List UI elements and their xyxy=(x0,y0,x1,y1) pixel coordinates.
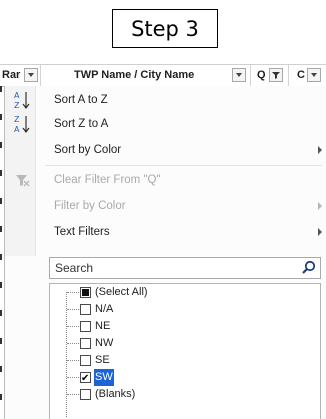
sort-descending-icon: Z A xyxy=(14,115,30,134)
select-all-checkbox[interactable] xyxy=(80,287,91,298)
filter-values-list: (Select All) N/A NE NW SE SW xyxy=(49,283,321,419)
column-divider xyxy=(288,65,289,86)
list-item-sw[interactable]: SW xyxy=(50,369,320,387)
sort-z-to-a-item[interactable]: Z A Sort Z to A xyxy=(5,112,326,136)
step-label: Step 3 xyxy=(112,9,218,48)
column-header-rank: Rar xyxy=(2,69,21,81)
sort-ascending-icon: A Z xyxy=(14,91,30,110)
list-item-na[interactable]: N/A xyxy=(50,301,320,318)
list-item-blanks[interactable]: (Blanks) xyxy=(50,386,320,403)
column-header-twp-name: TWP Name / City Name xyxy=(74,69,195,81)
search-icon xyxy=(302,260,316,274)
list-item-select-all[interactable]: (Select All) xyxy=(50,284,320,301)
sort-a-to-z-item[interactable]: A Z Sort A to Z xyxy=(5,88,326,112)
list-item-label: SW xyxy=(94,369,114,386)
svg-text:Z: Z xyxy=(14,115,20,124)
sort-a-to-z-label: Sort A to Z xyxy=(54,94,108,106)
column-divider xyxy=(250,65,251,86)
list-item-label: SE xyxy=(95,354,110,366)
filter-funnel-icon xyxy=(272,72,280,79)
submenu-arrow-icon xyxy=(318,228,322,236)
twp-name-filter-dropdown[interactable] xyxy=(232,68,246,82)
list-item-label: N/A xyxy=(95,303,114,315)
filter-by-color-item[interactable]: Filter by Color xyxy=(5,194,326,218)
q-filter-dropdown[interactable] xyxy=(269,68,283,82)
list-item-label: (Blanks) xyxy=(95,388,136,400)
ne-checkbox[interactable] xyxy=(80,321,91,332)
text-filters-label: Text Filters xyxy=(54,226,110,238)
list-item-ne[interactable]: NE xyxy=(50,318,320,335)
blanks-checkbox[interactable] xyxy=(80,389,91,400)
submenu-arrow-icon xyxy=(318,146,322,154)
sort-by-color-label: Sort by Color xyxy=(54,144,122,156)
column-header-c: C xyxy=(297,69,305,81)
rank-filter-dropdown[interactable] xyxy=(24,68,38,82)
se-checkbox[interactable] xyxy=(80,355,91,366)
sw-checkbox[interactable] xyxy=(80,370,91,387)
search-input[interactable]: Search xyxy=(49,257,321,279)
sheet-row-edge xyxy=(0,86,2,419)
search-placeholder: Search xyxy=(55,261,94,275)
filter-menu: A Z Sort A to Z Z A Sort Z to A Sort by … xyxy=(4,86,326,419)
clear-filter-icon xyxy=(16,175,30,187)
column-header-q: Q xyxy=(257,69,266,81)
column-divider xyxy=(40,65,41,86)
sort-by-color-item[interactable]: Sort by Color xyxy=(5,138,326,162)
menu-separator xyxy=(45,165,322,166)
text-filters-item[interactable]: Text Filters xyxy=(5,220,326,244)
list-item-se[interactable]: SE xyxy=(50,352,320,369)
list-item-label: NE xyxy=(95,320,111,332)
clear-filter-label: Clear Filter From "Q" xyxy=(54,174,161,186)
c-filter-dropdown[interactable] xyxy=(307,68,321,82)
na-checkbox[interactable] xyxy=(80,304,91,315)
sort-z-to-a-label: Sort Z to A xyxy=(54,118,109,130)
svg-text:Z: Z xyxy=(14,101,20,110)
svg-text:A: A xyxy=(14,91,20,100)
svg-text:A: A xyxy=(14,125,20,134)
submenu-arrow-icon xyxy=(318,202,322,210)
list-item-label: (Select All) xyxy=(95,286,148,298)
list-item-label: NW xyxy=(95,337,114,349)
nw-checkbox[interactable] xyxy=(80,338,91,349)
step-label-text: Step 3 xyxy=(131,16,199,41)
filter-by-color-label: Filter by Color xyxy=(54,200,126,212)
column-header-row: Rar TWP Name / City Name Q C xyxy=(0,64,326,87)
clear-filter-item[interactable]: Clear Filter From "Q" xyxy=(5,168,326,192)
list-item-nw[interactable]: NW xyxy=(50,335,320,352)
